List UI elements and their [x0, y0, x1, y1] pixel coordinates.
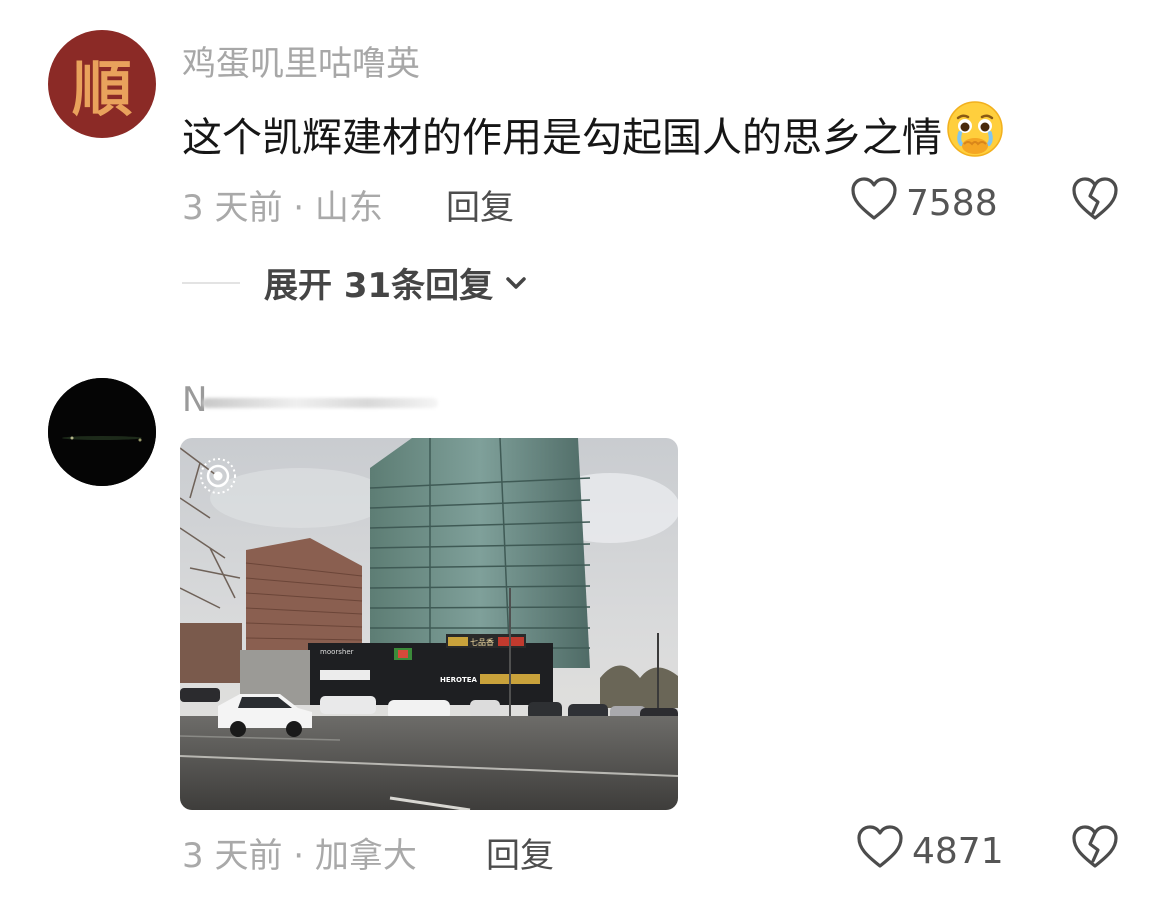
store-sign-qipinxiang: 七品香: [470, 637, 494, 647]
avatar-image: [48, 378, 156, 486]
avatar[interactable]: [48, 378, 156, 486]
username-blur: [202, 398, 438, 408]
comment-photo[interactable]: 七品香 HEROTEA moorsher: [180, 438, 678, 810]
like-button[interactable]: 4871: [856, 824, 1004, 879]
live-photo-icon: [198, 456, 238, 500]
comment-2: N 七品香 HEROTEA moorsher 3 天前 · 加拿大 回复 487…: [0, 0, 1169, 906]
reply-button[interactable]: 回复: [486, 828, 554, 877]
comment-meta: 3 天前 · 加拿大: [182, 836, 417, 876]
username[interactable]: N: [182, 380, 442, 420]
street-photo: 七品香 HEROTEA moorsher: [180, 438, 678, 810]
like-count: 4871: [912, 831, 1004, 872]
dislike-button[interactable]: [1071, 824, 1119, 874]
heart-outline-icon: [856, 824, 904, 879]
store-sign-moorsher: moorsher: [320, 648, 354, 656]
store-sign-herotea: HEROTEA: [440, 676, 478, 684]
broken-heart-icon: [1071, 825, 1119, 874]
